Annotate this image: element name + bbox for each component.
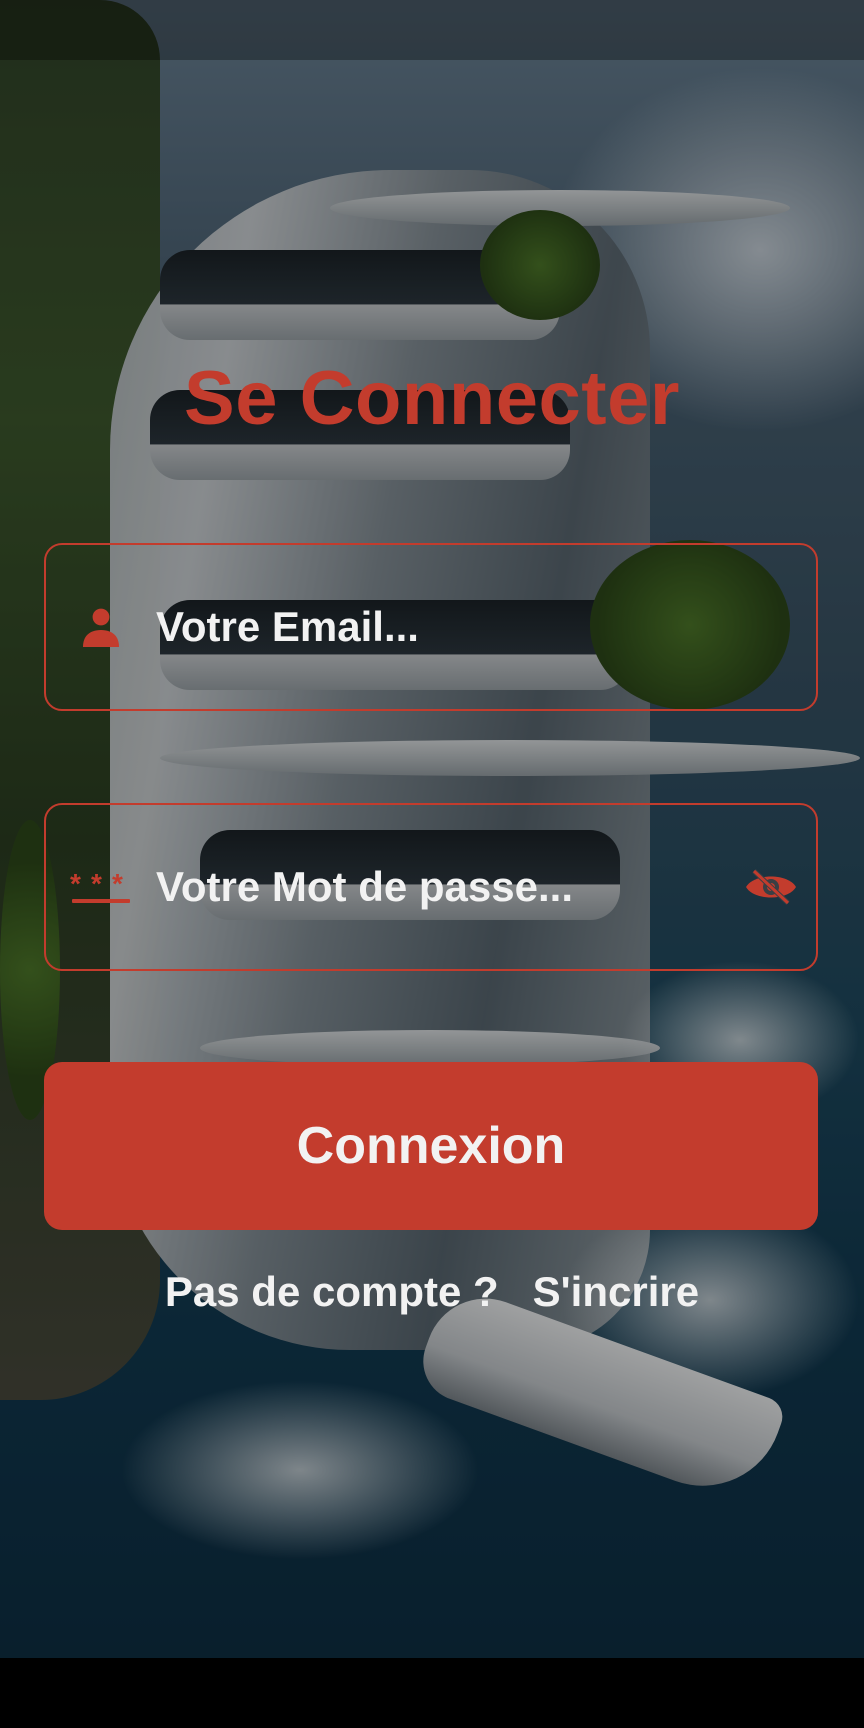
login-button[interactable]: Connexion [44, 1062, 818, 1230]
svg-text:*: * [91, 868, 102, 899]
svg-text:*: * [112, 868, 123, 899]
signup-link[interactable]: S'incrire [533, 1268, 699, 1315]
svg-text:*: * [70, 868, 81, 899]
password-input[interactable] [156, 863, 726, 911]
page-title: Se Connecter [184, 356, 680, 441]
eye-off-icon[interactable] [726, 867, 816, 907]
email-input[interactable] [156, 603, 816, 651]
password-asterisks-icon: * * * [46, 867, 156, 907]
email-field[interactable] [44, 543, 818, 711]
password-field[interactable]: * * * [44, 803, 818, 971]
person-icon [46, 603, 156, 651]
navigation-bar [0, 1658, 864, 1728]
no-account-text: Pas de compte ? [164, 1268, 499, 1315]
signup-prompt: Pas de compte ? S'incrire [0, 1268, 864, 1316]
status-bar [0, 0, 864, 60]
